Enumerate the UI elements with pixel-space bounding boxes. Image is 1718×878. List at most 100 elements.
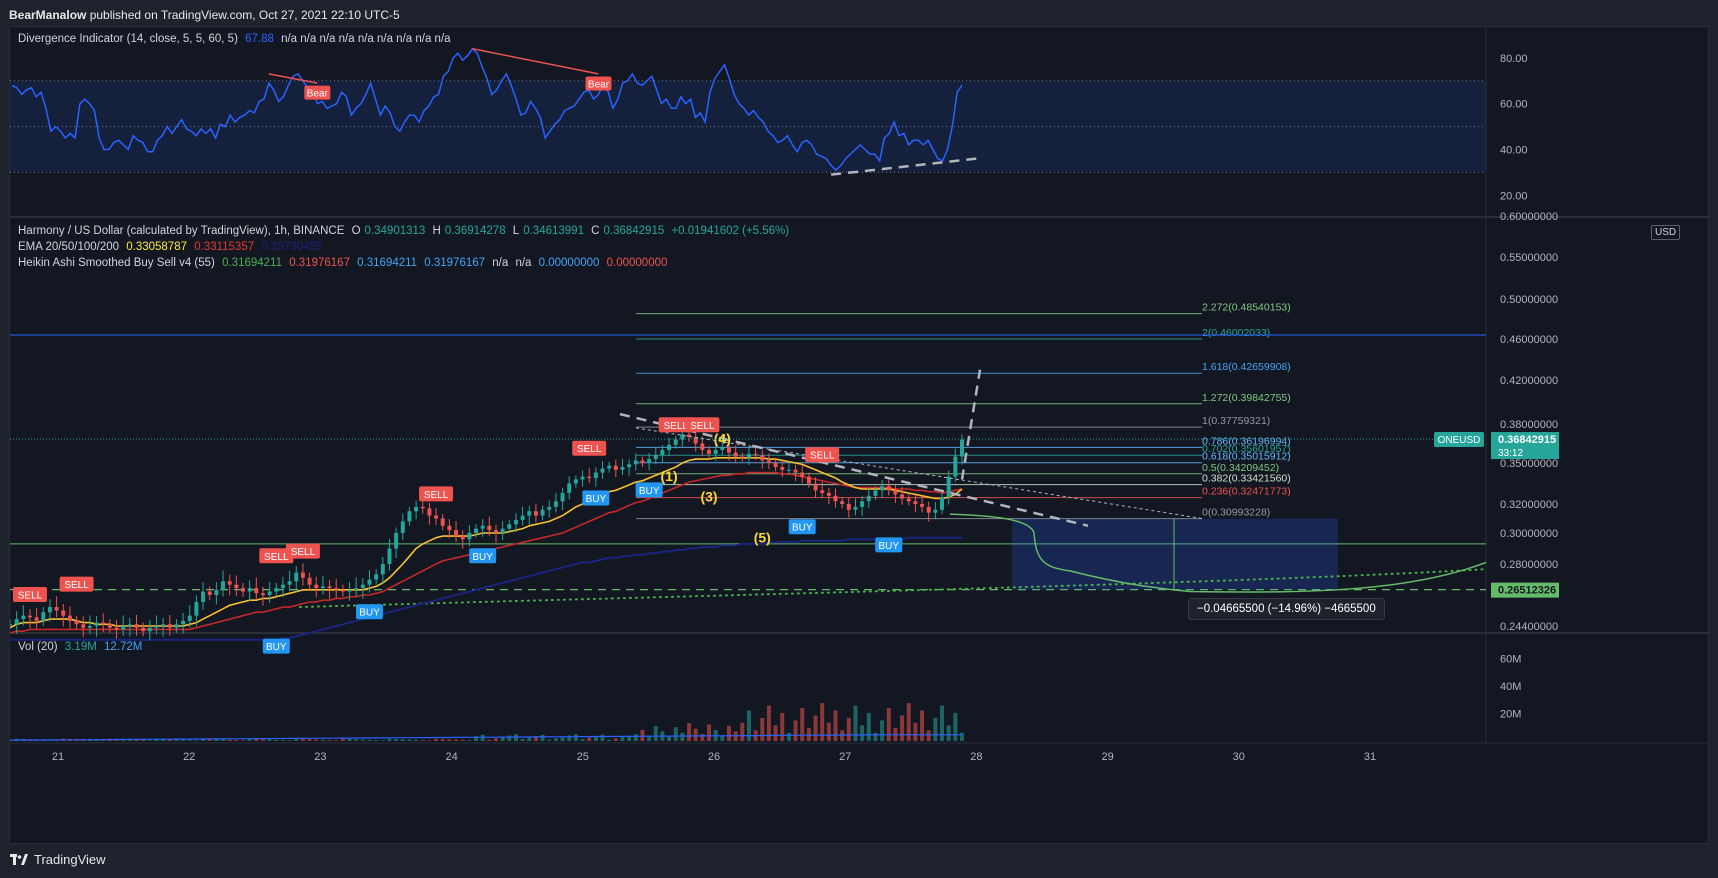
divergence-legend-na: n/a n/a n/a n/a n/a n/a n/a n/a n/a bbox=[281, 33, 451, 45]
time-axis-tick: 21 bbox=[52, 751, 64, 763]
last-price-label: 0.36842915 bbox=[1498, 434, 1556, 446]
volume-legend: Vol (20) 3.19M 12.72M bbox=[18, 641, 146, 653]
volume-bar bbox=[327, 740, 332, 741]
currency-badge[interactable]: USD bbox=[1651, 225, 1681, 240]
price-axis-tick: 0.24400000 bbox=[1500, 621, 1558, 633]
candle-body bbox=[700, 443, 705, 450]
candle-body bbox=[267, 591, 272, 595]
volume-bar bbox=[227, 739, 232, 741]
footer-brand: TradingView bbox=[34, 852, 106, 867]
tradingview-logo[interactable]: TradingView bbox=[10, 852, 106, 867]
ha-value-2: 0.31976167 bbox=[289, 257, 350, 269]
candle-body bbox=[820, 490, 825, 494]
candle-body bbox=[61, 610, 66, 616]
candle-body bbox=[507, 524, 512, 529]
candle-body bbox=[54, 607, 59, 611]
candle-body bbox=[221, 581, 226, 590]
volume-bar bbox=[746, 710, 751, 741]
sell-signal-label: SELL bbox=[663, 421, 688, 432]
volume-value-1: 3.19M bbox=[64, 641, 97, 653]
volume-bar bbox=[800, 708, 805, 741]
volume-bar bbox=[280, 740, 285, 741]
candle-body bbox=[280, 584, 285, 589]
buy-signal-label: BUY bbox=[472, 552, 493, 563]
volume-bar bbox=[900, 715, 905, 741]
volume-bar bbox=[560, 736, 565, 741]
chart-frame[interactable]: Bear Bear 80.00 60.00 40.00 20.00 2.272(0.4854… bbox=[9, 26, 1709, 844]
candle-body bbox=[853, 506, 858, 510]
divergence-axis-tick: 80.00 bbox=[1500, 53, 1528, 65]
fib-level-label: 0.236(0.32471773) bbox=[1202, 486, 1291, 498]
candle-body bbox=[420, 506, 425, 509]
time-axis-tick: 28 bbox=[970, 751, 982, 763]
sell-signal-label: SELL bbox=[18, 591, 43, 602]
target-price-label: 0.26512326 bbox=[1498, 585, 1556, 597]
buy-signal-label: BUY bbox=[792, 523, 813, 534]
low-value: 0.34613991 bbox=[523, 225, 584, 237]
fib-level-label: 1.618(0.42659908) bbox=[1202, 361, 1291, 373]
sell-signal-label: SELL bbox=[291, 547, 316, 558]
countdown-label: 33:12 bbox=[1498, 448, 1523, 459]
ema-value-3: 0.28730455 bbox=[261, 241, 323, 253]
candle-body bbox=[667, 444, 672, 450]
candle-body bbox=[866, 495, 871, 502]
candle-body bbox=[407, 511, 412, 522]
candle-body bbox=[307, 577, 312, 585]
volume-bar bbox=[307, 739, 312, 741]
volume-bar bbox=[234, 740, 239, 741]
time-axis-tick: 23 bbox=[314, 751, 326, 763]
candle-body bbox=[727, 447, 731, 453]
divergence-band bbox=[10, 80, 1486, 173]
volume-bar bbox=[793, 720, 798, 741]
volume-bar bbox=[920, 710, 925, 741]
divergence-legend: Divergence Indicator (14, close, 5, 5, 6… bbox=[18, 33, 455, 45]
time-axis-tick: 22 bbox=[183, 751, 195, 763]
volume-bar bbox=[846, 717, 851, 741]
volume-bar bbox=[194, 740, 199, 741]
candle-body bbox=[474, 528, 478, 533]
candle-body bbox=[374, 574, 379, 580]
candle-body bbox=[201, 591, 206, 602]
volume-axis-tick: 20M bbox=[1500, 709, 1521, 721]
volume-bar bbox=[587, 737, 592, 741]
candle-body bbox=[447, 525, 452, 531]
candle-body bbox=[114, 627, 119, 630]
candle-body bbox=[121, 626, 126, 630]
bear-signal-label: Bear bbox=[588, 80, 610, 91]
ha-value-1: 0.31694211 bbox=[222, 257, 282, 269]
volume-bar bbox=[740, 722, 745, 741]
candle-body bbox=[141, 627, 146, 632]
wave-label: (1) bbox=[661, 468, 678, 484]
volume-bar bbox=[254, 738, 259, 741]
candle-body bbox=[800, 472, 805, 477]
volume-bar bbox=[773, 725, 778, 741]
fib-level-label: 2(0.46002033) bbox=[1202, 327, 1270, 339]
volume-bar bbox=[620, 736, 625, 741]
price-legend: Harmony / US Dollar (calculated by Tradi… bbox=[18, 225, 790, 237]
volume-bar bbox=[141, 740, 146, 741]
candle-body bbox=[620, 467, 625, 470]
candle-body bbox=[766, 460, 771, 463]
bear-signal-label: Bear bbox=[307, 89, 329, 100]
volume-bar bbox=[840, 730, 845, 741]
volume-bar bbox=[367, 739, 372, 741]
divergence-axis-tick: 40.00 bbox=[1500, 144, 1528, 156]
fib-level-label: 2.272(0.48540153) bbox=[1202, 302, 1291, 314]
candle-body bbox=[467, 533, 472, 540]
author-name[interactable]: BearManalow bbox=[9, 8, 86, 22]
candle-body bbox=[287, 581, 292, 585]
candle-body bbox=[846, 504, 851, 510]
candle-body bbox=[414, 506, 419, 512]
candle-body bbox=[214, 589, 219, 595]
chart-canvas[interactable]: Bear Bear 80.00 60.00 40.00 20.00 2.272(0.4854… bbox=[10, 27, 1708, 843]
volume-bar bbox=[187, 740, 192, 741]
candle-body bbox=[607, 465, 612, 469]
candle-body bbox=[840, 501, 845, 504]
price-axis-tick: 0.55000000 bbox=[1500, 252, 1558, 264]
candle-body bbox=[653, 455, 658, 460]
candle-body bbox=[147, 627, 152, 632]
candle-body bbox=[460, 536, 465, 540]
candle-body bbox=[434, 515, 439, 519]
candle-body bbox=[354, 588, 359, 590]
time-axis-tick: 30 bbox=[1233, 751, 1245, 763]
